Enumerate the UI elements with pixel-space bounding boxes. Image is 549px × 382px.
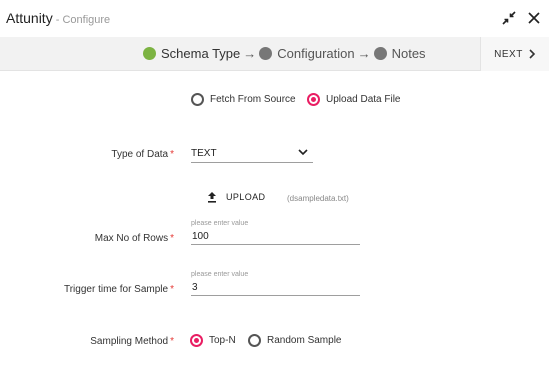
next-button[interactable]: NEXT [480,37,549,71]
upload-icon [208,192,216,203]
radio-checked-icon [190,334,203,347]
field-value: 3 [192,282,198,293]
step-arrow-icon: → [357,46,371,61]
step-done-icon [143,47,156,60]
step-pending-icon [373,47,387,60]
next-label: NEXT [494,48,523,60]
step-label: Configuration [277,46,355,61]
stepper: Schema Type → Configuration → Notes [143,46,426,61]
close-icon[interactable] [527,11,541,25]
radio-checked-icon [307,93,320,106]
chevron-down-icon [298,149,308,156]
radio-top-n[interactable]: Top-N [190,334,236,347]
radio-unchecked-icon [248,334,261,347]
radio-upload-data-file[interactable]: Upload Data File [307,93,400,106]
max-rows-label: Max No of Rows * [94,233,174,244]
field-placeholder: please enter value [191,271,249,278]
sampling-method-label: Sampling Method * [90,336,174,347]
radio-label: Random Sample [267,335,342,346]
radio-label: Fetch From Source [210,94,296,105]
radio-label: Upload Data File [326,94,401,105]
radio-fetch-from-source[interactable]: Fetch From Source [191,93,296,106]
required-marker: * [170,336,174,347]
select-value: TEXT [191,148,217,159]
stepper-bar: Schema Type → Configuration → Notes NEXT [0,37,549,71]
step-schema-type: Schema Type [143,46,240,61]
radio-random-sample[interactable]: Random Sample [248,334,341,347]
required-marker: * [170,149,174,160]
step-arrow-icon: → [243,46,257,61]
radio-label: Top-N [209,335,236,346]
chevron-right-icon [529,49,535,59]
step-notes: Notes [373,46,426,61]
required-marker: * [170,284,174,295]
radio-unchecked-icon [191,93,204,106]
step-pending-icon [259,47,273,60]
window-title: Attunity - Configure [6,10,111,26]
trigger-time-label: Trigger time for Sample * [63,284,174,295]
upload-button[interactable]: UPLOAD [207,191,265,203]
upload-filename: (dsampledata.txt) [287,194,349,203]
field-placeholder: please enter value [191,220,249,227]
type-of-data-select[interactable]: TEXT [191,146,313,163]
type-of-data-label: Type of Data * [111,149,174,160]
required-marker: * [170,233,174,244]
collapse-arrows-icon[interactable] [502,11,516,25]
upload-label: UPLOAD [226,192,266,202]
field-value: 100 [192,231,209,242]
step-label: Notes [391,46,426,61]
trigger-time-input[interactable]: please enter value 3 [191,271,360,296]
max-rows-input[interactable]: please enter value 100 [191,220,360,245]
window-subtitle: - Configure [52,14,111,26]
window-header: Attunity - Configure [0,0,549,37]
step-label: Schema Type [161,46,241,61]
step-configuration: Configuration [259,46,355,61]
